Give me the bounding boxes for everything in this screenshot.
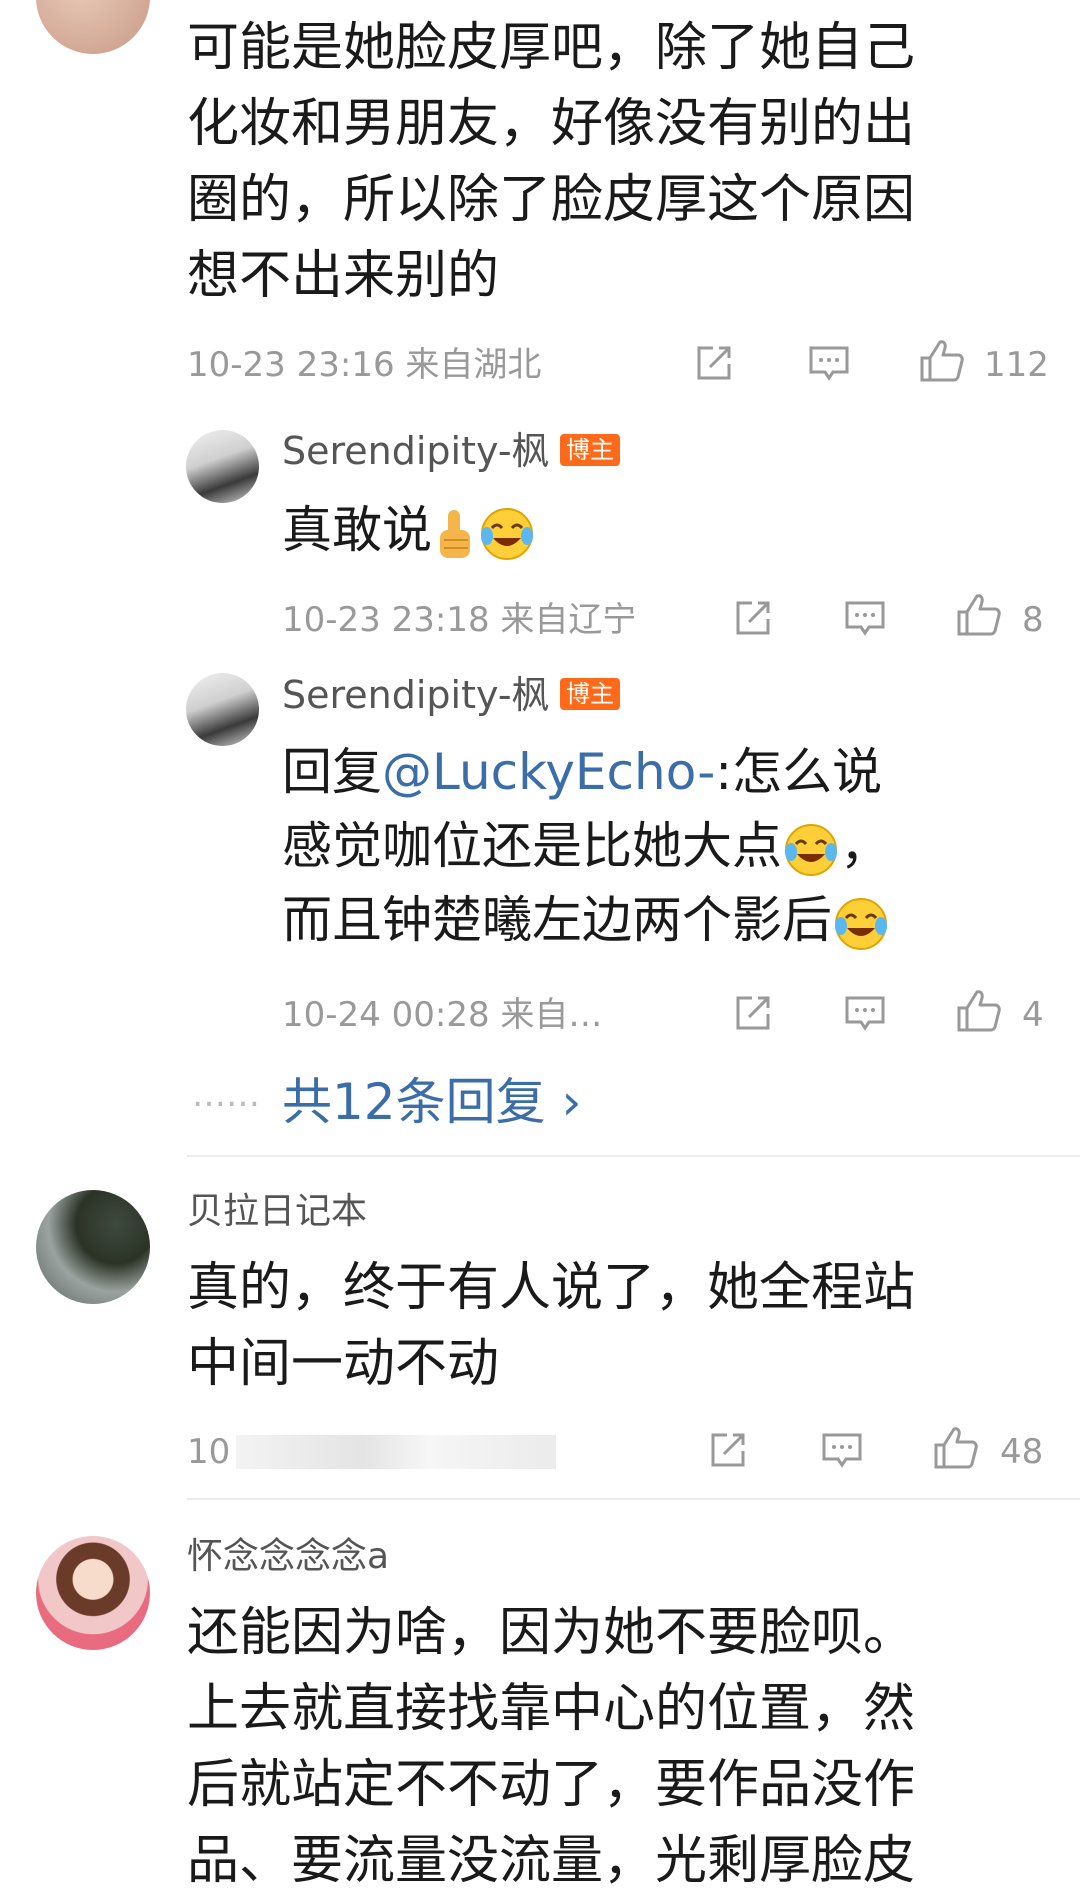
username[interactable]: 贝拉日记本 — [187, 1190, 367, 1234]
comment-text: 还能因为啥，因为她不要脸呗。 上去就直接找靠中心的位置，然 后就站定不不动了，要… — [187, 1603, 916, 1891]
avatar[interactable] — [186, 673, 259, 746]
like-icon[interactable] — [918, 338, 966, 384]
comment-text: 可能是她脸皮厚吧，除了她自己 化妆和男朋友，好像没有别的出 圈的，所以除了脸皮厚… — [187, 18, 916, 306]
comment-icon[interactable] — [843, 597, 887, 639]
more-replies-link[interactable]: 共12条回复 › — [282, 1072, 582, 1132]
comment-icon[interactable] — [843, 992, 887, 1034]
author-badge: 博主 — [560, 434, 620, 466]
avatar[interactable] — [36, 1190, 150, 1304]
obscured-meta — [236, 1435, 557, 1469]
like-count: 4 — [1022, 995, 1044, 1035]
laugh-cry-emoji-icon — [835, 897, 887, 950]
like-icon[interactable] — [955, 988, 1003, 1034]
reply-username[interactable]: Serendipity-枫 — [282, 428, 550, 474]
username[interactable]: 怀念念念念a — [187, 1535, 389, 1579]
laugh-cry-emoji-icon — [785, 823, 837, 876]
reply-text: 真敢说 — [282, 493, 536, 567]
like-count: 112 — [984, 345, 1049, 385]
avatar[interactable] — [186, 430, 259, 503]
laugh-cry-emoji-icon — [481, 507, 533, 560]
reply-meta: 10-23 23:18 来自辽宁 — [282, 600, 637, 640]
share-icon[interactable] — [732, 992, 774, 1034]
reply-username[interactable]: Serendipity-枫 — [282, 672, 550, 718]
comment-icon[interactable] — [807, 342, 851, 384]
divider — [187, 1155, 1080, 1157]
reply-meta: 10-24 00:28 来自… — [282, 995, 603, 1035]
like-icon[interactable] — [955, 592, 1003, 638]
share-icon[interactable] — [732, 597, 774, 639]
author-badge: 博主 — [560, 678, 620, 710]
comment-meta: 10-23 23:16 来自湖北 — [187, 345, 542, 385]
thumbs-up-emoji-icon — [440, 509, 470, 558]
avatar[interactable] — [36, 1536, 150, 1650]
like-count: 8 — [1022, 600, 1044, 640]
share-icon[interactable] — [707, 1429, 749, 1471]
comment-text: 真的，终于有人说了，她全程站 中间一动不动 — [187, 1258, 916, 1394]
comment-meta: 10 — [187, 1432, 557, 1472]
avatar[interactable] — [36, 0, 150, 54]
divider — [187, 1498, 1080, 1500]
like-icon[interactable] — [932, 1425, 980, 1471]
mention-link[interactable]: @LuckyEcho- — [382, 743, 715, 801]
share-icon[interactable] — [693, 342, 735, 384]
reply-text: 回复@LuckyEcho-:怎么说 感觉咖位还是比她大点 ， 而且钟楚曦左边两个… — [282, 735, 1072, 957]
comment-icon[interactable] — [820, 1429, 864, 1471]
like-count: 48 — [1000, 1432, 1044, 1472]
more-replies-dots: …… — [192, 1075, 260, 1115]
